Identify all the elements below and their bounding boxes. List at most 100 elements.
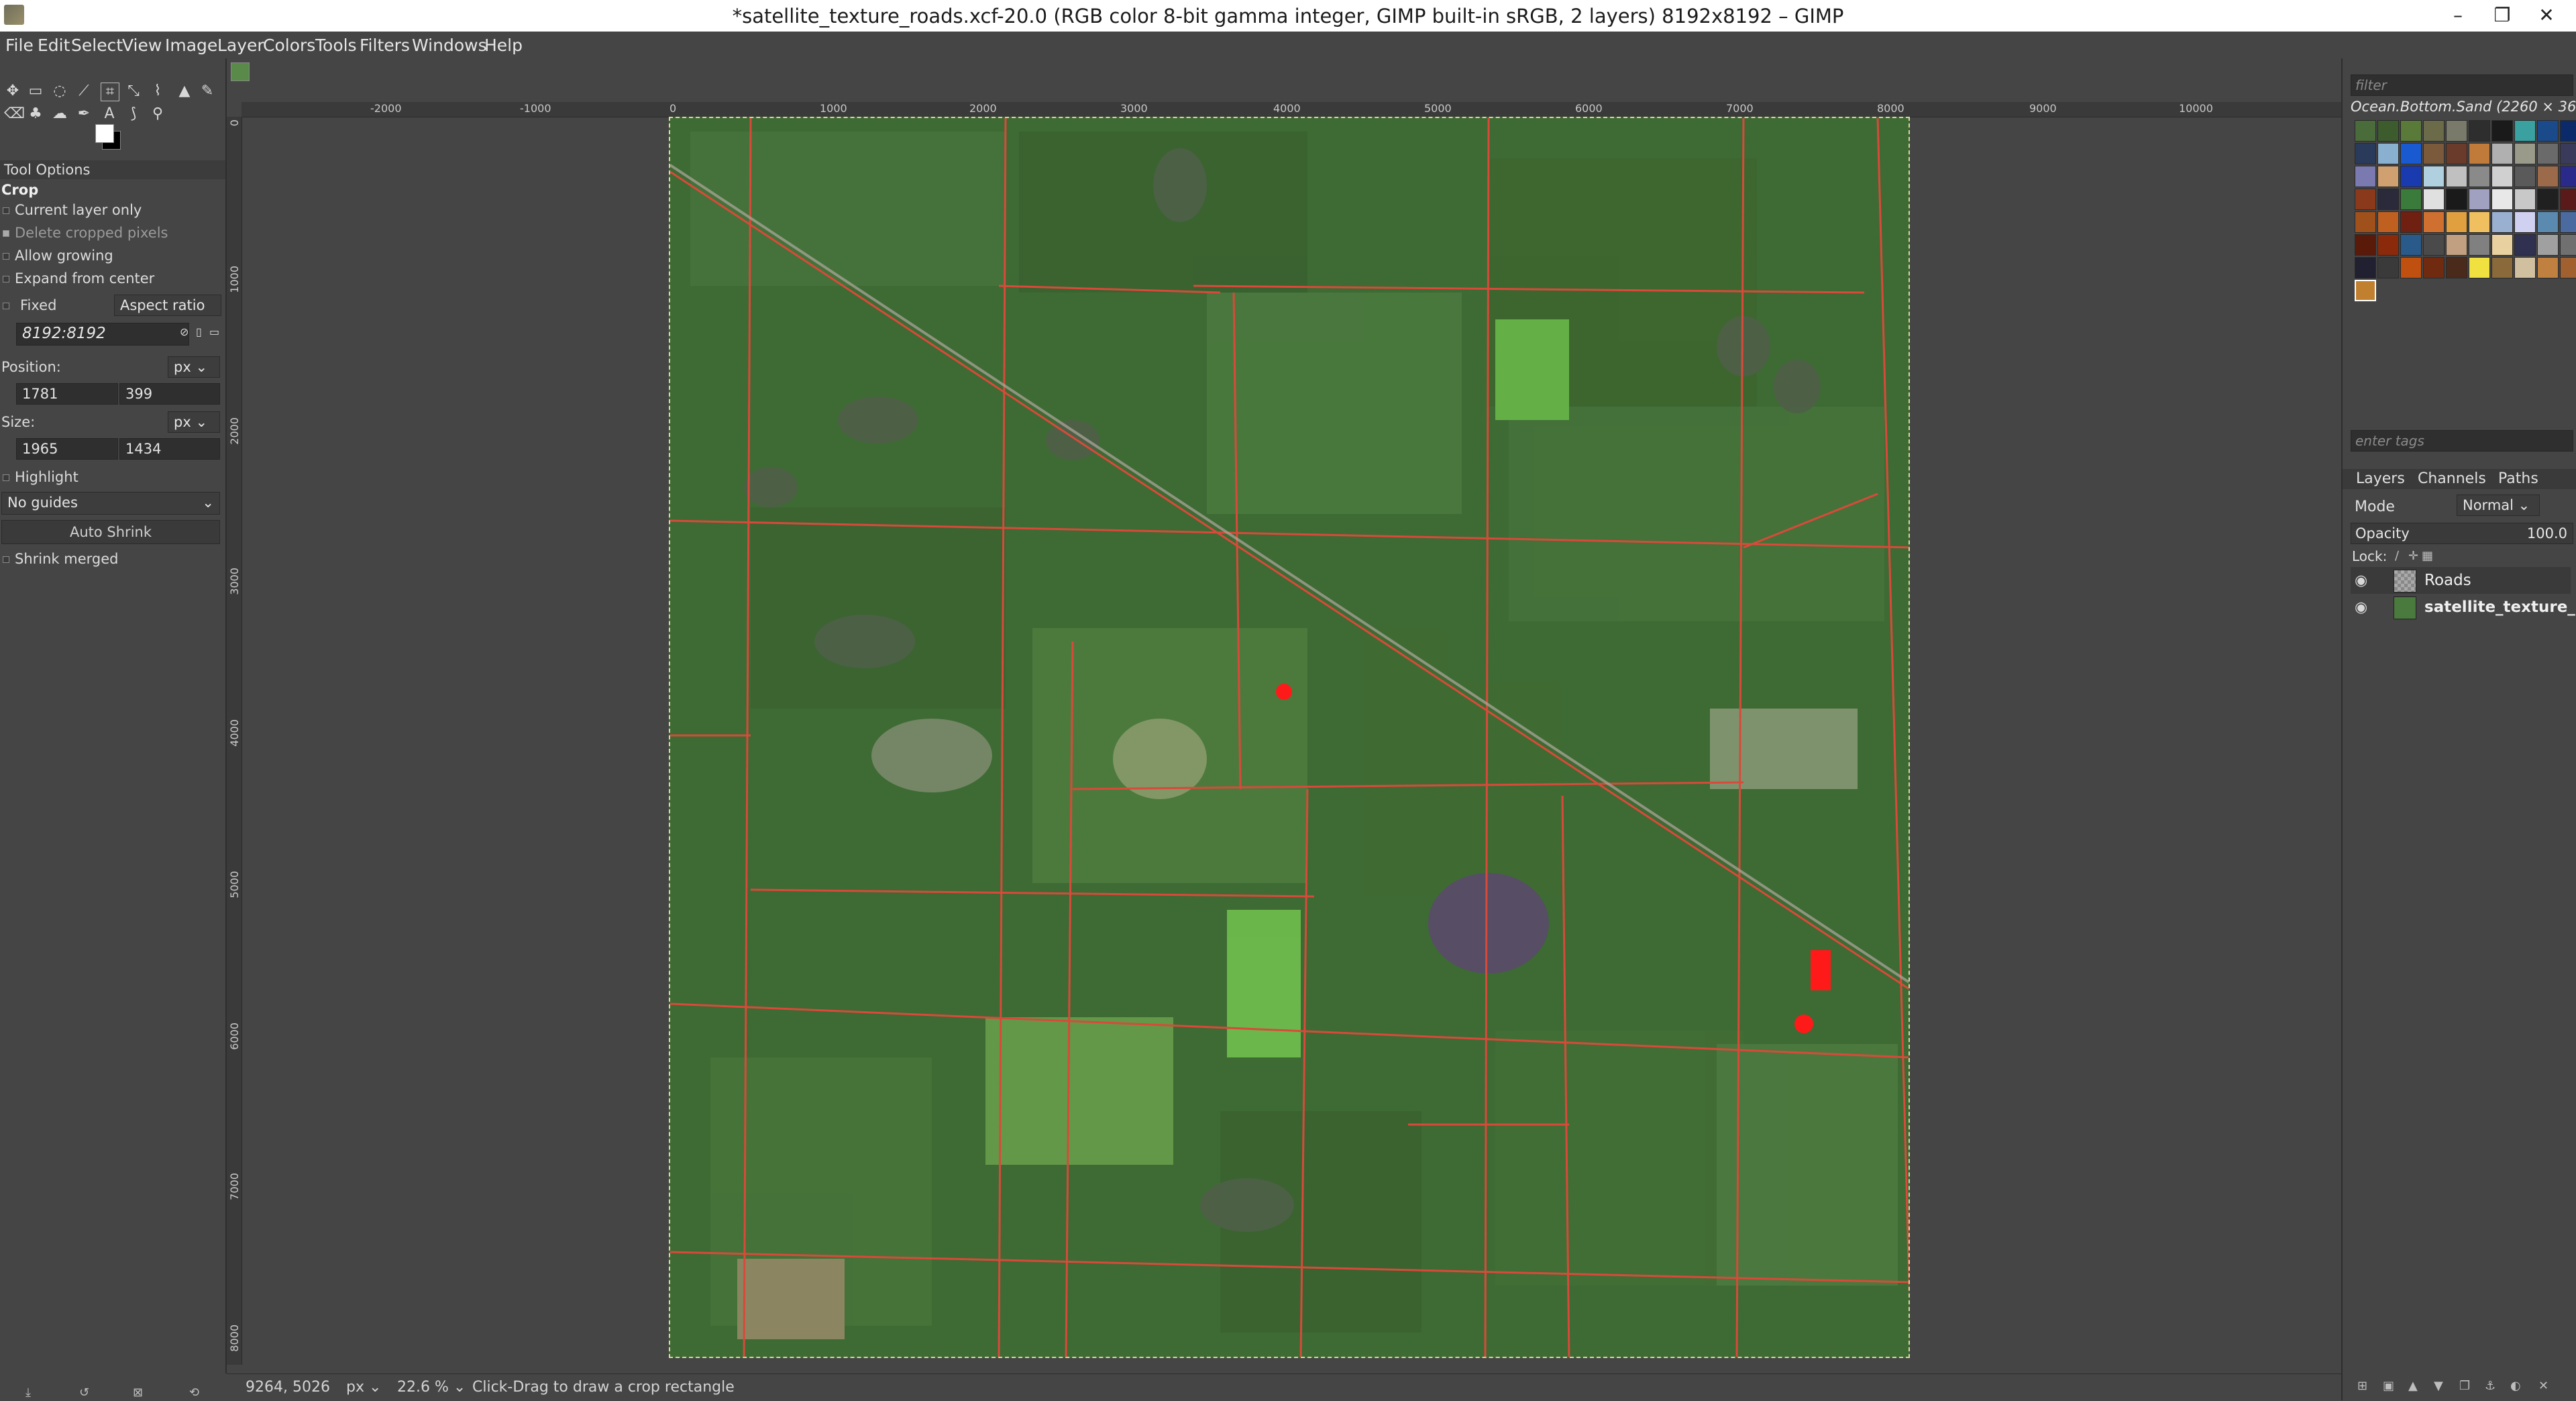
pattern-swatch[interactable] [2514,120,2536,142]
pattern-swatch[interactable] [2491,257,2513,278]
size-width-input[interactable]: 1965 [16,438,118,460]
pattern-swatch[interactable] [2537,211,2559,233]
text-tool-icon[interactable]: A [101,105,118,123]
new-layer-icon[interactable]: ⊞ [2357,1379,2367,1393]
menu-filters[interactable]: Filters [360,36,410,55]
foreground-color-swatch[interactable] [95,124,114,143]
current-layer-only-checkbox[interactable] [3,207,9,214]
tab-channels[interactable]: Channels [2418,470,2486,487]
landscape-icon[interactable]: ▭ [209,325,219,338]
rect-select-icon[interactable]: ▭ [27,83,44,100]
crop-tool-icon[interactable]: ⌗ [101,83,119,101]
tags-input[interactable]: enter tags [2351,430,2573,452]
pattern-swatch[interactable] [2537,189,2559,210]
visibility-eye-icon[interactable]: ◉ [2355,572,2367,589]
clone-icon[interactable]: ♣ [27,105,44,123]
highlight-checkbox[interactable] [3,474,9,481]
anchor-layer-icon[interactable]: ⚓ [2485,1379,2496,1393]
size-height-input[interactable]: 1434 [119,438,220,460]
lock-alpha-icon[interactable]: ▦ [2422,549,2433,563]
pattern-swatch[interactable] [2423,211,2445,233]
pattern-swatch[interactable] [2469,166,2490,187]
pattern-filter-input[interactable]: filter [2351,74,2573,96]
satellite-image-canvas[interactable] [669,117,1910,1358]
pattern-swatch[interactable] [2514,257,2536,278]
pattern-swatch[interactable] [2514,189,2536,210]
delete-options-icon[interactable]: ⊠ [133,1386,143,1400]
pattern-swatch[interactable] [2423,120,2445,142]
bucket-fill-icon[interactable]: ▲ [176,83,193,100]
menu-image[interactable]: Image [165,36,217,55]
pattern-swatch[interactable] [2377,166,2399,187]
lower-layer-icon[interactable]: ▼ [2434,1379,2443,1393]
transform-icon[interactable]: ⤡ [125,83,142,100]
expand-center-checkbox[interactable] [3,276,9,282]
fuzzy-select-icon[interactable]: ⟋ [75,83,93,100]
pattern-swatch[interactable] [2377,120,2399,142]
pattern-swatch[interactable] [2537,166,2559,187]
pattern-swatch[interactable] [2446,189,2467,210]
menu-view[interactable]: View [122,36,162,55]
pattern-swatch[interactable] [2446,234,2467,256]
menu-edit[interactable]: Edit [38,36,70,55]
restore-options-icon[interactable]: ↺ [79,1386,89,1400]
zoom-dropdown[interactable]: 22.6 % ⌄ [397,1379,466,1396]
opacity-slider[interactable]: Opacity 100.0 [2351,523,2573,544]
position-y-input[interactable]: 399 [119,383,220,405]
menu-colors[interactable]: Colors [263,36,315,55]
close-button[interactable]: ✕ [2528,3,2565,28]
pattern-swatch[interactable] [2355,280,2376,301]
pattern-swatch[interactable] [2491,143,2513,164]
pattern-swatch[interactable] [2355,120,2376,142]
pattern-swatch[interactable] [2377,211,2399,233]
color-picker-icon[interactable]: ⟆ [125,105,142,123]
delete-cropped-checkbox[interactable] [3,230,9,237]
minimize-button[interactable]: – [2439,3,2477,28]
tab-layers[interactable]: Layers [2356,470,2405,487]
pattern-swatch[interactable] [2491,211,2513,233]
menu-file[interactable]: File [5,36,34,55]
restore-button[interactable]: ❐ [2483,3,2521,28]
menu-tools[interactable]: Tools [315,36,357,55]
pattern-swatch[interactable] [2400,120,2422,142]
pattern-swatch[interactable] [2423,166,2445,187]
pattern-swatch[interactable] [2400,143,2422,164]
pattern-swatch[interactable] [2400,257,2422,278]
menu-windows[interactable]: Windows [412,36,487,55]
pattern-swatch[interactable] [2377,257,2399,278]
pattern-swatch[interactable] [2377,143,2399,164]
pattern-swatch[interactable] [2446,120,2467,142]
fixed-checkbox[interactable] [3,303,9,309]
pattern-swatch[interactable] [2560,143,2576,164]
auto-shrink-button[interactable]: Auto Shrink [1,520,220,544]
pattern-swatch[interactable] [2537,257,2559,278]
lock-position-icon[interactable]: ✛ [2408,549,2418,563]
pattern-swatch[interactable] [2400,211,2422,233]
pattern-swatch[interactable] [2400,189,2422,210]
pattern-swatch[interactable] [2446,257,2467,278]
pattern-swatch[interactable] [2423,143,2445,164]
pattern-swatch[interactable] [2514,166,2536,187]
layer-row-roads[interactable]: ◉ Roads [2351,567,2571,594]
allow-growing-checkbox[interactable] [3,253,9,260]
pattern-swatch[interactable] [2514,211,2536,233]
pattern-swatch[interactable] [2469,211,2490,233]
lock-pixels-icon[interactable]: ∕ [2395,549,2399,563]
save-options-icon[interactable]: ⤓ [25,1386,31,1400]
lasso-icon[interactable]: ◌ [51,83,68,100]
layer-mode-dropdown[interactable]: Normal ⌄ [2457,495,2540,516]
fixed-mode-dropdown[interactable]: Aspect ratio ⌄ [114,295,221,333]
duplicate-layer-icon[interactable]: ❐ [2459,1379,2470,1393]
guides-dropdown[interactable]: No guides ⌄ [1,492,220,515]
image-tab-thumbnail[interactable] [231,62,250,81]
unit-dropdown[interactable]: px ⌄ [346,1379,381,1396]
menu-help[interactable]: Help [484,36,523,55]
pattern-swatch[interactable] [2560,257,2576,278]
pattern-swatch[interactable] [2446,143,2467,164]
pattern-swatch[interactable] [2377,189,2399,210]
pattern-swatch[interactable] [2400,166,2422,187]
paths-icon[interactable]: ✒ [75,105,93,123]
pattern-swatch[interactable] [2400,234,2422,256]
aspect-ratio-input[interactable]: 8192:8192 [16,323,189,346]
pattern-swatch[interactable] [2469,143,2490,164]
